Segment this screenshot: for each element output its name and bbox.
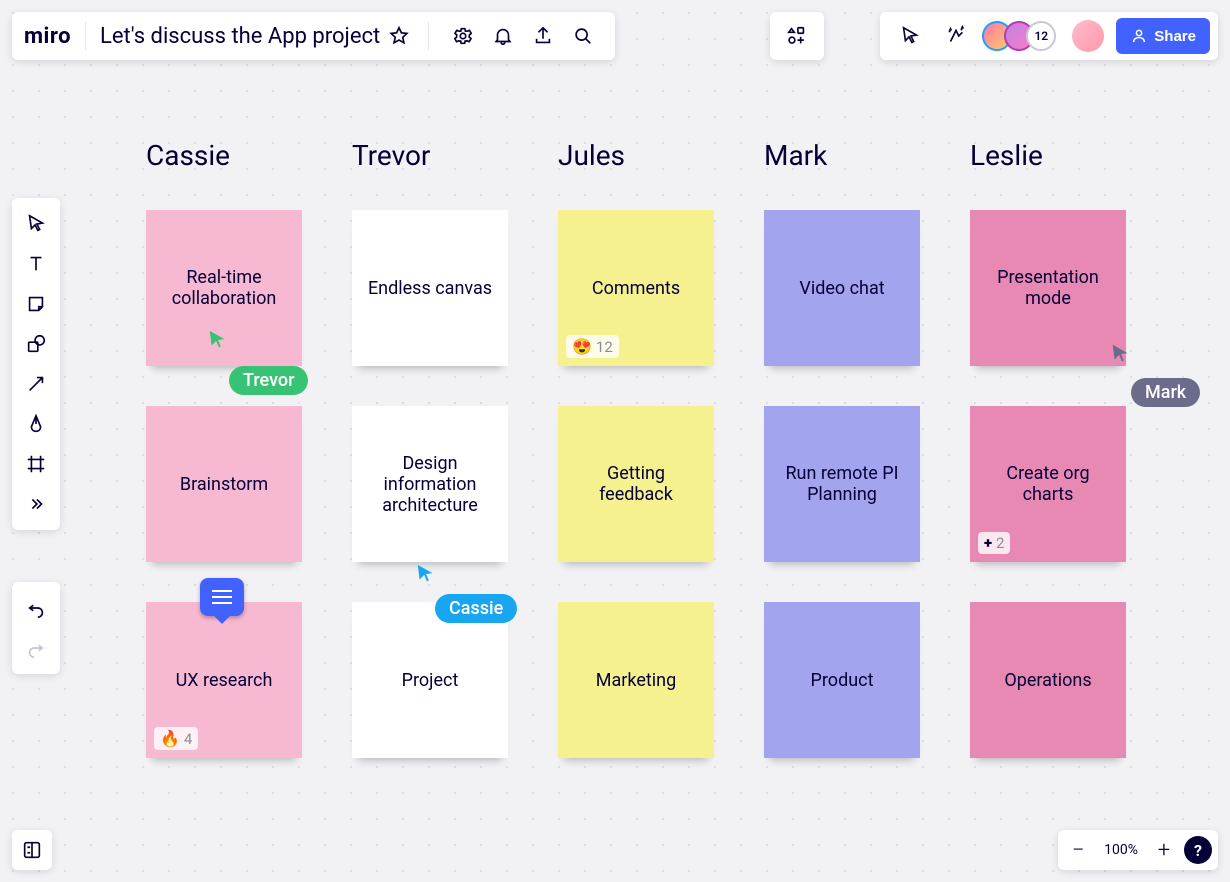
column: Mark Video chat Run remote PI Planning Prod… xyxy=(764,142,920,758)
divider xyxy=(85,22,86,50)
badge-emoji: 😍 xyxy=(572,337,592,356)
zoom-in-button[interactable]: + xyxy=(1150,836,1178,864)
reactions-icon[interactable] xyxy=(936,16,976,56)
comment-icon xyxy=(212,596,232,598)
pointer-mode-icon[interactable] xyxy=(890,16,930,56)
sticky-text: UX research xyxy=(176,670,273,691)
help-button[interactable]: ? xyxy=(1184,836,1212,864)
column: Jules Comments 😍12 Getting feedback Marketin… xyxy=(558,142,714,758)
plus-icon: + xyxy=(984,534,992,552)
logo[interactable]: miro xyxy=(24,24,71,49)
badge-count: 2 xyxy=(996,534,1004,552)
sticky-text: Run remote PI Planning xyxy=(776,463,908,505)
column-header: Jules xyxy=(558,142,714,170)
sticky-note[interactable]: Brainstorm xyxy=(146,406,302,562)
zoom-controls: − 100% + ? xyxy=(1058,830,1218,870)
sticky-text: Project xyxy=(402,670,459,691)
sticky-text: Brainstorm xyxy=(180,474,268,495)
current-user-avatar[interactable] xyxy=(1072,20,1104,52)
sticky-tool[interactable] xyxy=(16,284,56,324)
column-header: Mark xyxy=(764,142,920,170)
arrow-tool[interactable] xyxy=(16,364,56,404)
bell-icon[interactable] xyxy=(483,16,523,56)
select-tool[interactable] xyxy=(16,204,56,244)
pen-tool[interactable] xyxy=(16,404,56,444)
sticky-text: Create org charts xyxy=(982,463,1114,505)
zoom-out-button[interactable]: − xyxy=(1064,836,1092,864)
column-header: Cassie xyxy=(146,142,302,170)
divider xyxy=(428,22,429,50)
sticky-note[interactable]: Create org charts +2 xyxy=(970,406,1126,562)
undo-button[interactable] xyxy=(16,588,56,628)
zoom-level[interactable]: 100% xyxy=(1098,842,1144,858)
badge-count: 12 xyxy=(596,338,613,356)
sticky-text: Real-time collaboration xyxy=(158,267,290,309)
sticky-note[interactable]: Presentation mode xyxy=(970,210,1126,366)
sticky-badge[interactable]: 😍12 xyxy=(566,335,619,358)
sticky-text: Marketing xyxy=(596,670,676,691)
apps-button[interactable] xyxy=(770,12,824,60)
shape-tool[interactable] xyxy=(16,324,56,364)
board-columns: Cassie Real-time collaboration Brainstorm U… xyxy=(146,142,1126,758)
search-icon[interactable] xyxy=(563,16,603,56)
sticky-text: Video chat xyxy=(799,278,884,299)
column: Leslie Presentation mode Create org charts… xyxy=(970,142,1126,758)
topbar-right: 12 Share xyxy=(880,12,1218,60)
sticky-text: Getting feedback xyxy=(570,463,702,505)
sticky-note[interactable]: UX research 🔥4 xyxy=(146,602,302,758)
share-button[interactable]: Share xyxy=(1116,18,1210,54)
sticky-note[interactable]: Operations xyxy=(970,602,1126,758)
sticky-note[interactable]: Real-time collaboration xyxy=(146,210,302,366)
sticky-note[interactable]: Product xyxy=(764,602,920,758)
settings-icon[interactable] xyxy=(443,16,483,56)
sticky-note[interactable]: Project xyxy=(352,602,508,758)
sticky-note[interactable]: Marketing xyxy=(558,602,714,758)
text-tool[interactable] xyxy=(16,244,56,284)
column-header: Trevor xyxy=(352,142,508,170)
more-tools[interactable] xyxy=(16,484,56,524)
star-icon[interactable] xyxy=(384,16,414,56)
sticky-text: Product xyxy=(811,670,874,691)
sticky-badge[interactable]: +2 xyxy=(978,532,1010,554)
sticky-badge[interactable]: 🔥4 xyxy=(154,727,198,750)
sticky-text: Operations xyxy=(1004,670,1091,691)
badge-emoji: 🔥 xyxy=(160,729,180,748)
sticky-note[interactable]: Design information architecture xyxy=(352,406,508,562)
sticky-text: Design information architecture xyxy=(364,453,496,516)
sticky-note[interactable]: Video chat xyxy=(764,210,920,366)
toolbar-main xyxy=(12,198,60,530)
column: Cassie Real-time collaboration Brainstorm U… xyxy=(146,142,302,758)
sticky-note[interactable]: Comments 😍12 xyxy=(558,210,714,366)
sticky-note[interactable]: Run remote PI Planning xyxy=(764,406,920,562)
frames-panel-toggle[interactable] xyxy=(12,830,52,870)
board-title[interactable]: Let's discuss the App project xyxy=(100,24,380,49)
avatar-count[interactable]: 12 xyxy=(1026,21,1056,51)
sticky-text: Presentation mode xyxy=(982,267,1114,309)
topbar-left: miro Let's discuss the App project xyxy=(12,12,615,60)
frame-tool[interactable] xyxy=(16,444,56,484)
share-label: Share xyxy=(1154,28,1196,45)
redo-button[interactable] xyxy=(16,628,56,668)
sticky-text: Endless canvas xyxy=(368,278,492,299)
column-header: Leslie xyxy=(970,142,1126,170)
badge-count: 4 xyxy=(184,730,192,748)
export-icon[interactable] xyxy=(523,16,563,56)
sticky-text: Comments xyxy=(592,278,680,299)
presence-avatars[interactable]: 12 xyxy=(982,21,1056,51)
sticky-note[interactable]: Endless canvas xyxy=(352,210,508,366)
toolbar-history xyxy=(12,582,60,674)
comment-pin[interactable] xyxy=(200,578,244,616)
sticky-note[interactable]: Getting feedback xyxy=(558,406,714,562)
column: Trevor Endless canvas Design information a… xyxy=(352,142,508,758)
